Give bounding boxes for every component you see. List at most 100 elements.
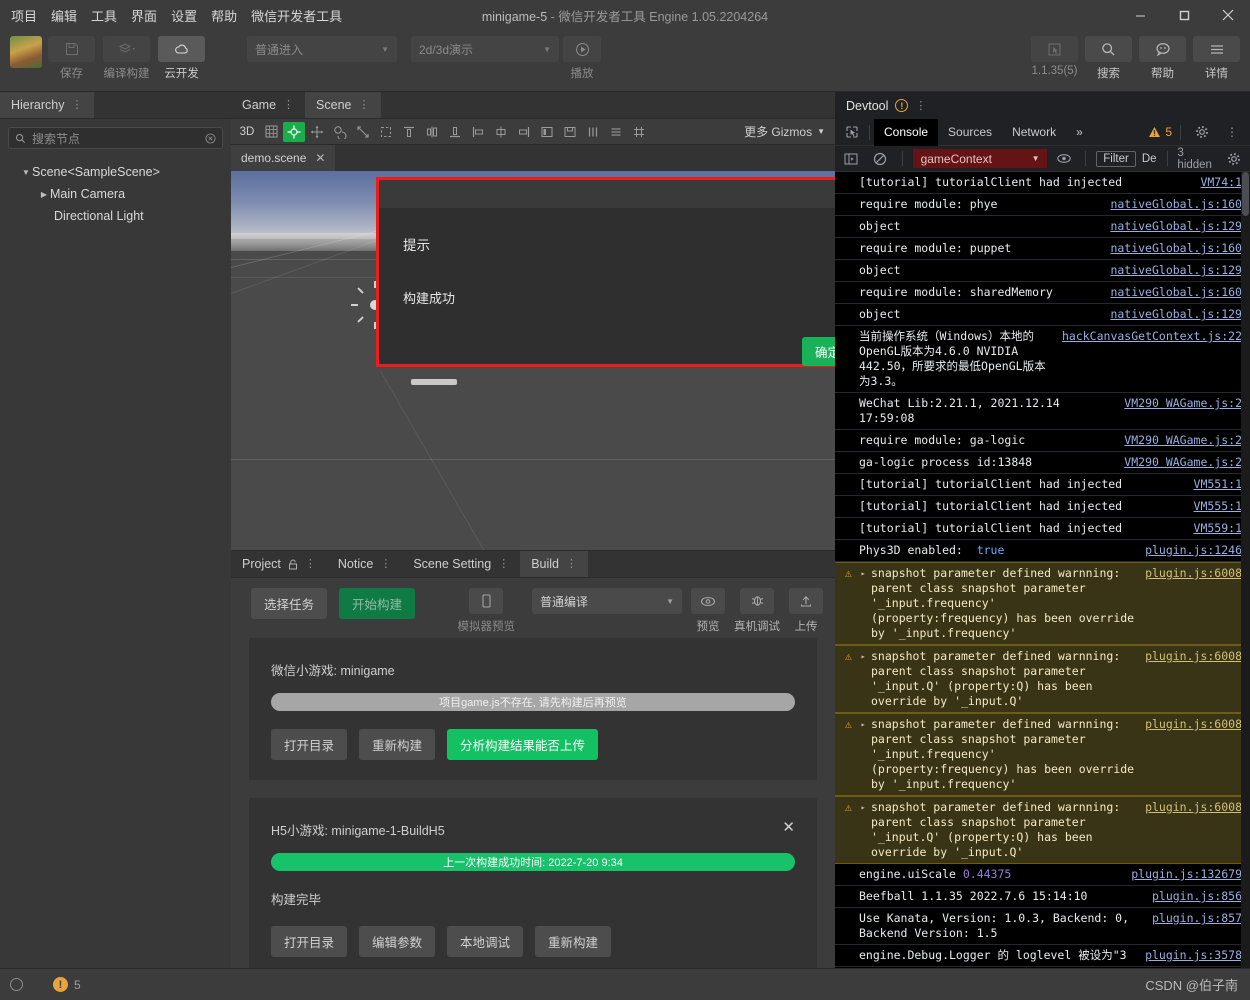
save-layout-icon[interactable]: [559, 122, 581, 142]
version-button[interactable]: 1.1.35(5): [1031, 36, 1078, 81]
rect-tool-icon[interactable]: [375, 122, 397, 142]
console-log-row[interactable]: object nativeGlobal.js:129: [835, 216, 1250, 238]
menu-item-wechat-devtools[interactable]: 微信开发者工具: [251, 6, 342, 25]
console-source-link[interactable]: VM74:1: [1200, 175, 1242, 190]
maximize-icon[interactable]: [1162, 0, 1206, 30]
local-debug-button[interactable]: 本地调试: [447, 926, 524, 957]
console-log-row[interactable]: engine.uiScale 0.44375 plugin.js:132679: [835, 864, 1250, 886]
console-source-link[interactable]: VM555:1: [1194, 499, 1242, 514]
status-circle-icon[interactable]: [10, 978, 23, 991]
tab-network[interactable]: Network: [1002, 119, 1066, 146]
demo-mode-select[interactable]: 2d/3d演示 ▼: [411, 36, 559, 62]
edit-params-button[interactable]: 编辑参数: [359, 926, 436, 957]
console-warning-row[interactable]: ⚠ ▸ snapshot parameter defined warnning: p…: [835, 562, 1250, 645]
console-source-link[interactable]: nativeGlobal.js:160: [1110, 197, 1242, 212]
more-options-icon[interactable]: ⋮: [380, 559, 391, 570]
gear-icon[interactable]: [1189, 122, 1215, 142]
chevron-right-icon[interactable]: ▶: [38, 190, 50, 199]
console-sidebar-icon[interactable]: [840, 149, 863, 169]
menu-item-project[interactable]: 项目: [11, 6, 37, 25]
tab-scene-setting[interactable]: Scene Setting ⋮: [402, 551, 521, 577]
open-directory-button[interactable]: 打开目录: [271, 926, 348, 957]
console-log-row[interactable]: [tutorial] tutorialClient had injected VM…: [835, 474, 1250, 496]
console-warning-row[interactable]: ⚠ ▸ snapshot parameter defined warnning: p…: [835, 713, 1250, 796]
console-source-link[interactable]: plugin.js:6008: [1145, 800, 1242, 815]
expand-triangle-icon[interactable]: ▸: [857, 800, 869, 860]
console-warning-row[interactable]: ⚠ ▸ snapshot parameter defined warnning: p…: [835, 796, 1250, 864]
console-scrollbar[interactable]: [1241, 172, 1250, 968]
more-options-icon[interactable]: ⋮: [72, 100, 83, 111]
more-options-icon[interactable]: ⋮: [305, 559, 316, 570]
align-center-v-icon[interactable]: [421, 122, 443, 142]
console-source-link[interactable]: nativeGlobal.js:129: [1110, 263, 1242, 278]
console-log-row[interactable]: [tutorial] tutorialClient had injected VM…: [835, 172, 1250, 194]
simulator-preview-button[interactable]: 模拟器预览: [458, 588, 515, 634]
menu-item-interface[interactable]: 界面: [131, 6, 157, 25]
align-right-icon[interactable]: [513, 122, 535, 142]
more-options-icon[interactable]: ⋮: [359, 100, 370, 111]
tree-item-scene[interactable]: ▼ Scene<SampleScene>: [8, 161, 223, 183]
rebuild-button[interactable]: 重新构建: [359, 729, 436, 760]
scene-viewport[interactable]: 提示 构建成功 确定: [231, 171, 835, 550]
inspect-element-icon[interactable]: [839, 122, 865, 142]
compile-build-button[interactable]: 编译构建: [103, 36, 150, 81]
console-source-link[interactable]: plugin.js:6008: [1145, 717, 1242, 732]
console-source-link[interactable]: nativeGlobal.js:129: [1110, 307, 1242, 322]
console-scrollbar-thumb[interactable]: [1242, 172, 1249, 216]
console-log-row[interactable]: Beefball 1.1.35 2022.7.6 15:14:10 plugin.…: [835, 886, 1250, 908]
more-options-icon[interactable]: ⋮: [566, 559, 577, 570]
console-source-link[interactable]: VM290 WAGame.js:2: [1124, 396, 1242, 411]
cloud-dev-button[interactable]: 云开发: [158, 36, 205, 81]
device-debug-button[interactable]: 真机调试: [734, 588, 780, 634]
console-warning-row[interactable]: ⚠ ▸ snapshot parameter defined warnning: p…: [835, 645, 1250, 713]
menu-item-tools[interactable]: 工具: [91, 6, 117, 25]
enter-mode-select[interactable]: 普通进入 ▼: [247, 36, 397, 62]
console-source-link[interactable]: plugin.js:1246: [1145, 543, 1242, 558]
expand-triangle-icon[interactable]: ▸: [857, 566, 869, 641]
columns-icon[interactable]: [582, 122, 604, 142]
compile-mode-select[interactable]: 普通编译 ▼: [532, 588, 682, 614]
console-source-link[interactable]: VM559:1: [1194, 521, 1242, 536]
snap-grid-icon[interactable]: [628, 122, 650, 142]
rebuild-button[interactable]: 重新构建: [535, 926, 612, 957]
more-options-icon[interactable]: ⋮: [498, 559, 509, 570]
gear-icon[interactable]: [1222, 149, 1245, 169]
status-warning-group[interactable]: ! 5: [53, 977, 81, 992]
console-source-link[interactable]: nativeGlobal.js:160: [1110, 241, 1242, 256]
console-source-link[interactable]: plugin.js:856: [1152, 889, 1242, 904]
tab-project[interactable]: Project ⋮: [231, 551, 327, 577]
console-log-row[interactable]: ga-logic process id:13848 VM290 WAGame.js…: [835, 452, 1250, 474]
console-source-link[interactable]: plugin.js:6008: [1145, 566, 1242, 581]
translate-tool-icon[interactable]: [306, 122, 328, 142]
more-options-icon[interactable]: ⋮: [283, 100, 294, 111]
avatar[interactable]: [10, 36, 42, 68]
align-top-icon[interactable]: [398, 122, 420, 142]
console-log-row[interactable]: engine.Debug.Logger 的 loglevel 被设为"3 plug…: [835, 945, 1250, 967]
expand-triangle-icon[interactable]: ▸: [857, 649, 869, 709]
console-source-link[interactable]: plugin.js:3578: [1145, 948, 1242, 963]
upload-button[interactable]: 上传: [789, 588, 823, 634]
chevron-down-icon[interactable]: ▼: [20, 168, 32, 177]
console-log-row[interactable]: [tutorial] tutorialClient had injected VM…: [835, 496, 1250, 518]
move-tool-icon[interactable]: [283, 121, 305, 142]
tab-hierarchy[interactable]: Hierarchy ⋮: [0, 92, 94, 118]
console-log-row[interactable]: WeChat Lib:2.21.1, 2021.12.14 17:59:08 VM…: [835, 393, 1250, 430]
search-node-input[interactable]: 搜索节点: [8, 127, 223, 149]
console-log-row[interactable]: 当前操作系统（Windows）本地的OpenGL版本为4.6.0 NVIDIA …: [835, 326, 1250, 393]
console-source-link[interactable]: nativeGlobal.js:160: [1110, 285, 1242, 300]
console-source-link[interactable]: plugin.js:857: [1152, 911, 1242, 926]
close-icon[interactable]: ✕: [315, 151, 325, 165]
start-build-button[interactable]: 开始构建: [339, 588, 416, 619]
search-button[interactable]: 搜索: [1085, 36, 1132, 81]
gizmos-dropdown[interactable]: 更多 Gizmos ▼: [744, 123, 831, 140]
close-icon[interactable]: [1206, 0, 1250, 30]
tab-notice[interactable]: Notice ⋮: [326, 551, 403, 577]
console-source-link[interactable]: plugin.js:6008: [1145, 649, 1242, 664]
console-log-row[interactable]: require module: ga-logic VM290 WAGame.js:…: [835, 430, 1250, 452]
console-log-row[interactable]: require module: phye nativeGlobal.js:160: [835, 194, 1250, 216]
help-button[interactable]: 帮助: [1139, 36, 1186, 81]
analyze-upload-button[interactable]: 分析构建结果能否上传: [447, 729, 599, 760]
open-directory-button[interactable]: 打开目录: [271, 729, 348, 760]
align-bottom-icon[interactable]: [444, 122, 466, 142]
expand-triangle-icon[interactable]: ▸: [857, 717, 869, 792]
